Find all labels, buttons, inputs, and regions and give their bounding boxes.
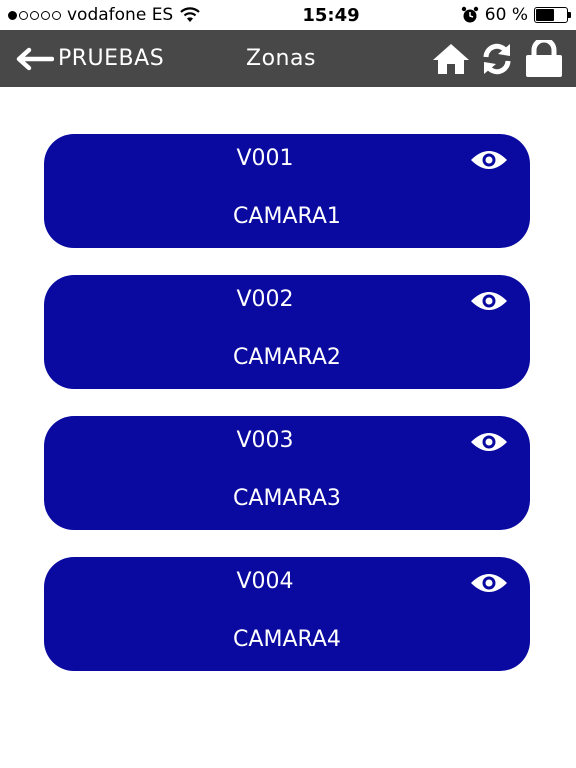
view-button[interactable] bbox=[470, 432, 508, 456]
lock-button[interactable] bbox=[524, 39, 564, 78]
zone-code: V004 bbox=[236, 569, 294, 594]
battery-label: 60 % bbox=[484, 5, 528, 25]
carrier-label: vodafone ES bbox=[67, 5, 174, 25]
battery-icon bbox=[533, 7, 571, 23]
zone-name: CAMARA4 bbox=[233, 627, 341, 652]
page-title: Zonas bbox=[246, 46, 316, 71]
wifi-icon bbox=[180, 7, 200, 22]
zone-card[interactable]: V001 CAMARA1 bbox=[44, 134, 530, 248]
zone-card[interactable]: V003 CAMARA3 bbox=[44, 416, 530, 530]
view-button[interactable] bbox=[470, 150, 508, 174]
zone-card[interactable]: V004 CAMARA4 bbox=[44, 557, 530, 671]
view-button[interactable] bbox=[470, 291, 508, 315]
zone-code: V003 bbox=[236, 428, 294, 453]
status-time: 15:49 bbox=[302, 4, 360, 26]
nav-icons bbox=[432, 30, 564, 87]
back-label: PRUEBAS bbox=[58, 46, 165, 71]
zone-name: CAMARA2 bbox=[233, 345, 341, 370]
home-icon bbox=[433, 43, 469, 74]
refresh-icon bbox=[483, 43, 511, 74]
zone-code: V002 bbox=[236, 287, 294, 312]
home-button[interactable] bbox=[432, 42, 470, 76]
signal-icon bbox=[8, 10, 61, 20]
status-right: 60 % bbox=[461, 5, 571, 25]
eye-icon bbox=[471, 433, 507, 451]
zone-name: CAMARA3 bbox=[233, 486, 341, 511]
eye-icon bbox=[471, 292, 507, 310]
zone-code: V001 bbox=[236, 146, 294, 171]
lock-icon bbox=[526, 39, 562, 77]
nav-bar: PRUEBAS Zonas bbox=[0, 30, 576, 87]
alarm-icon bbox=[461, 6, 478, 23]
back-arrow-icon bbox=[16, 47, 54, 70]
status-bar: vodafone ES 15:49 60 % bbox=[0, 0, 576, 30]
zone-list: V001 CAMARA1 V002 CAMARA2 V003 CAMARA3 V… bbox=[0, 87, 576, 671]
eye-icon bbox=[471, 151, 507, 169]
back-button[interactable]: PRUEBAS bbox=[0, 46, 164, 71]
refresh-button[interactable] bbox=[480, 42, 514, 76]
eye-icon bbox=[471, 574, 507, 592]
battery-fill bbox=[535, 9, 554, 21]
zone-card[interactable]: V002 CAMARA2 bbox=[44, 275, 530, 389]
zone-name: CAMARA1 bbox=[233, 204, 341, 229]
status-left: vodafone ES bbox=[8, 5, 201, 25]
view-button[interactable] bbox=[470, 573, 508, 597]
